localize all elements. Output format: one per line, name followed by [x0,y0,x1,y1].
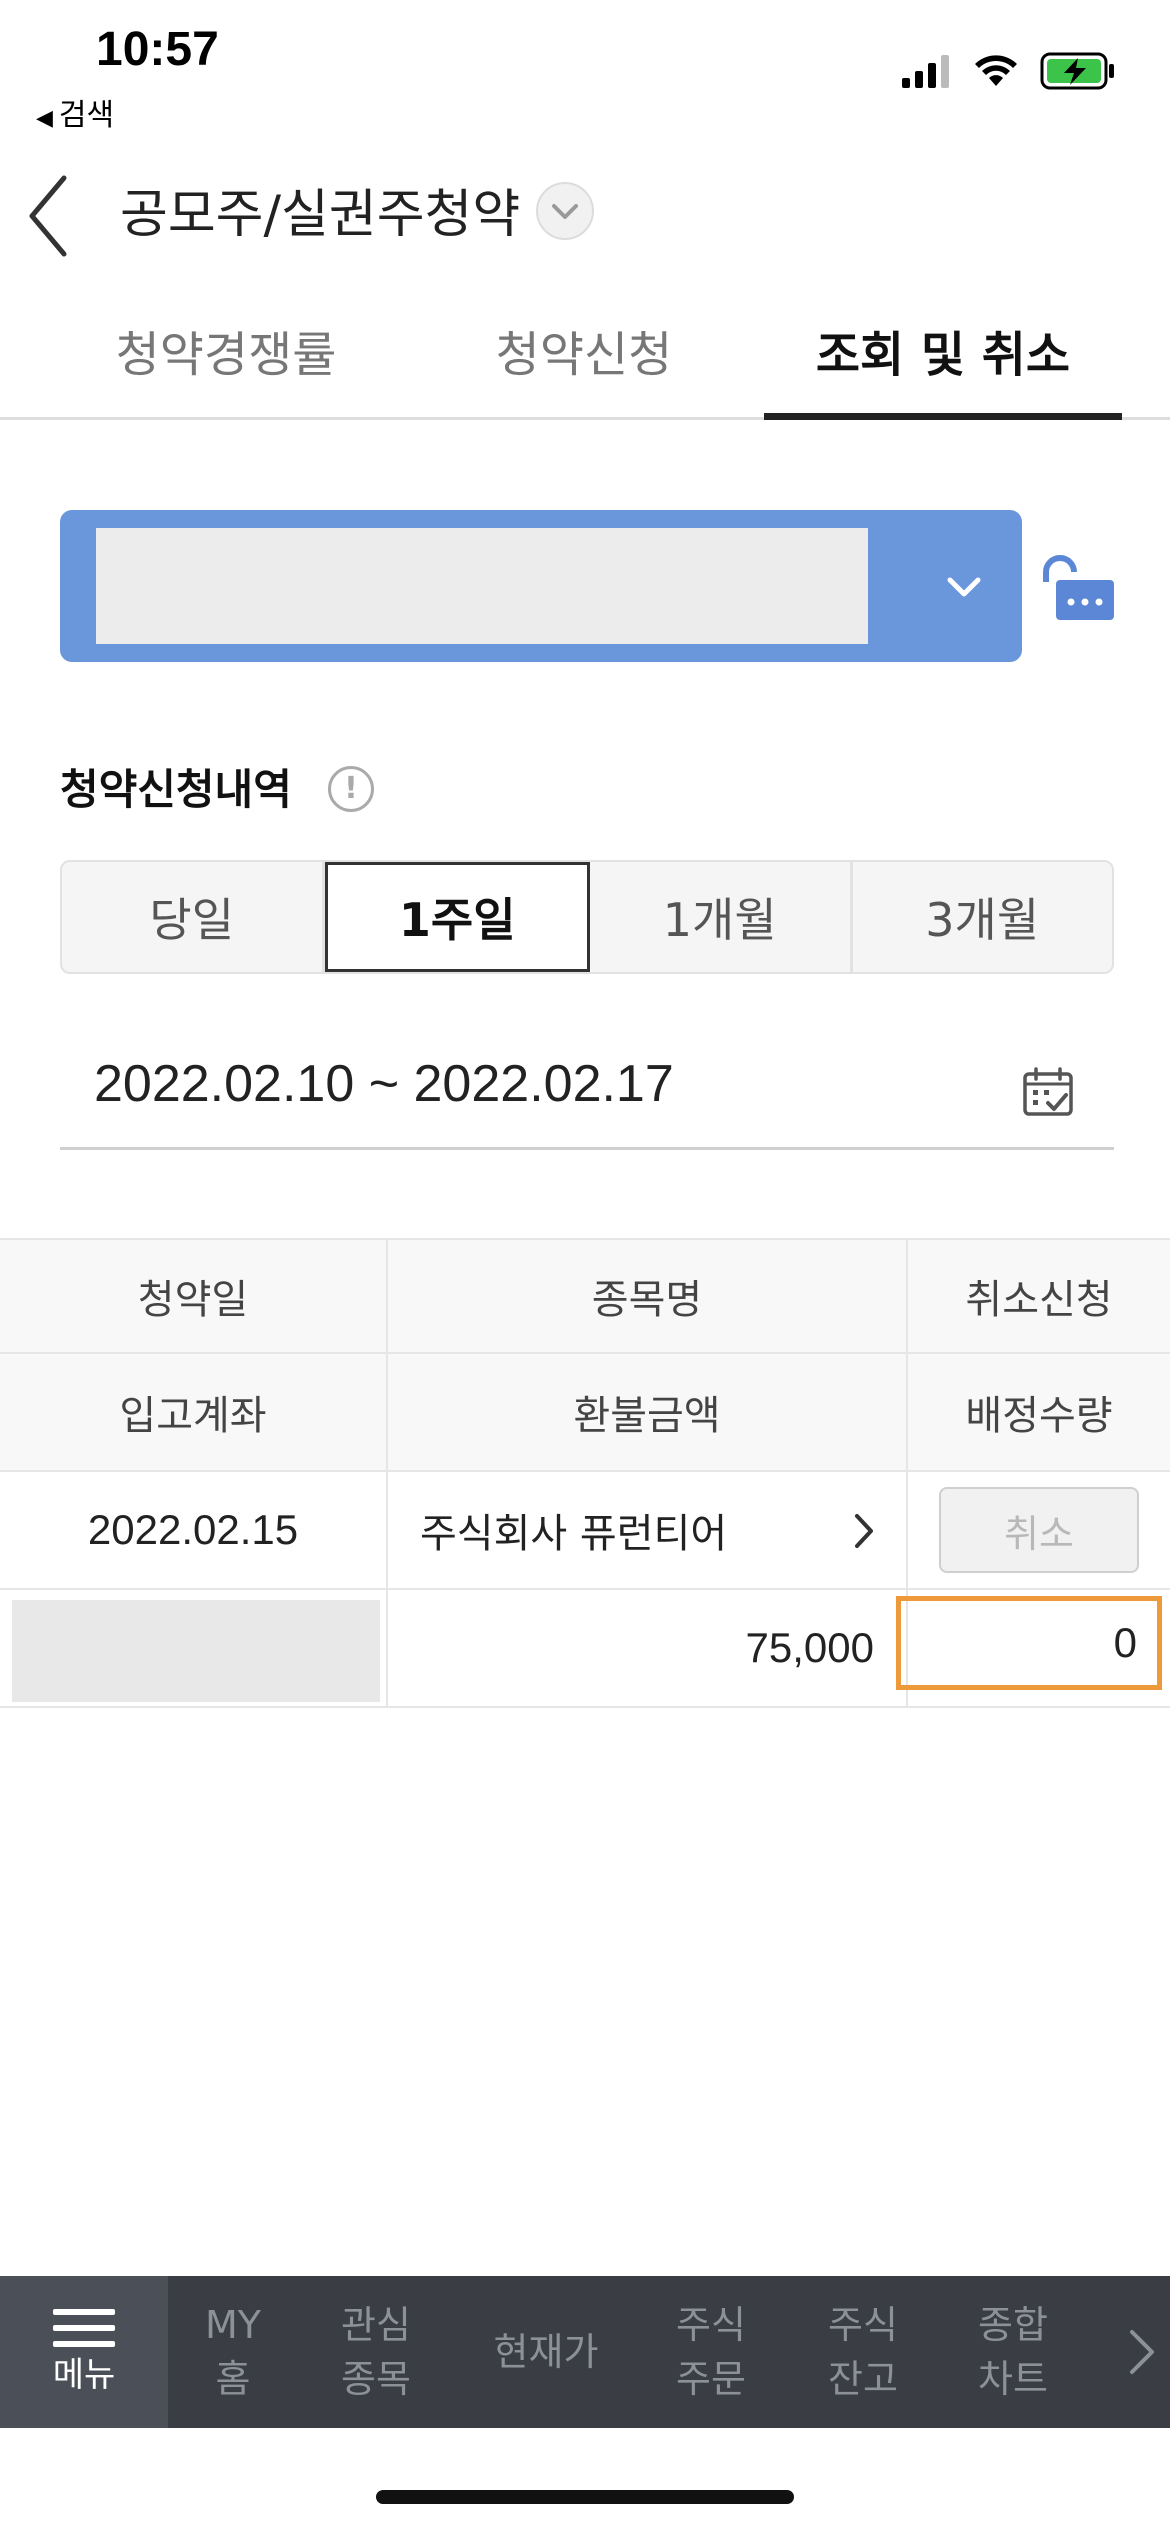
cellular-signal-icon [902,55,949,88]
nav-stock-order[interactable]: 주식 주문 [656,2276,766,2428]
nav-label-line2: 홈 [215,2357,251,2401]
stock-name-cell[interactable]: 주식회사 퓨런티어 [388,1472,908,1588]
date-range-text: 2022.02.10 ~ 2022.02.17 [94,1055,674,1113]
home-indicator [376,2490,794,2504]
chevron-down-icon [552,204,578,219]
header-stock-name: 종목명 [388,1240,908,1352]
password-lock-icon[interactable] [1036,552,1116,624]
chevron-down-icon [947,577,981,597]
cancel-button[interactable]: 취소 [939,1487,1139,1573]
nav-label-line1: MY [205,2303,261,2347]
deposit-account-masked [12,1600,380,1702]
header-subscription-date: 청약일 [0,1240,388,1352]
status-time: 10:57 [96,23,219,76]
period-selector: 당일 1주일 1개월 3개월 [60,860,1114,974]
chevron-right-icon[interactable] [1122,2324,1162,2380]
tab-inquiry-cancel[interactable]: 조회 및 취소 [764,290,1122,420]
period-1week-button[interactable]: 1주일 [324,862,590,972]
back-to-app-link[interactable]: ◀ 검색 [36,90,114,134]
period-1month-button[interactable]: 1개월 [590,862,853,972]
nav-my-home[interactable]: MY 홈 [178,2276,288,2428]
bottom-navigation: 메뉴 MY 홈 관심 종목 현재가 주식 주문 주식 잔고 종합 차트 [0,2276,1170,2428]
nav-stock-balance[interactable]: 주식 잔고 [808,2276,918,2428]
date-range-field[interactable]: 2022.02.10 ~ 2022.02.17 [60,1030,1114,1150]
nav-menu-button[interactable]: 메뉴 [0,2276,168,2428]
chevron-right-icon [855,1514,873,1548]
cancel-cell: 취소 [908,1472,1170,1588]
header-cancel-request: 취소신청 [965,1277,1113,1323]
page-title: 공모주/실권주청약 [120,185,521,245]
battery-charging-icon [1040,52,1114,90]
nav-label-line1: 관심 [341,2303,411,2347]
period-today-button[interactable]: 당일 [62,862,325,972]
nav-label-line2: 종목 [341,2357,411,2401]
allotted-quantity-highlight: 0 [896,1596,1162,1690]
table-header-row: 입고계좌 환불금액 배정수량 [0,1354,1170,1472]
nav-watchlist[interactable]: 관심 종목 [316,2276,436,2428]
nav-current-price[interactable]: 현재가 [466,2276,626,2428]
account-number-masked [96,528,868,644]
tab-competition-rate[interactable]: 청약경쟁률 [88,290,364,420]
status-bar: 10:57 ◀ 검색 [0,0,1170,140]
nav-label-line2: 차트 [978,2357,1048,2401]
period-3month-button[interactable]: 3개월 [853,862,1113,972]
header-refund-amount: 환불금액 [388,1354,908,1470]
header-allotted-quantity: 배정수량 [965,1393,1113,1439]
app-header: 공모주/실권주청약 [0,150,1170,270]
calendar-icon[interactable] [1022,1066,1074,1118]
tab-subscription-apply[interactable]: 청약신청 [456,290,712,420]
title-dropdown-button[interactable] [536,182,594,240]
stock-name-text: 주식회사 퓨런티어 [420,1511,728,1557]
nav-label-line1: 종합 [978,2303,1048,2347]
nav-label-line2: 잔고 [828,2357,898,2401]
section-title: 청약신청내역 [60,765,292,814]
account-select[interactable] [60,510,1022,662]
table-row[interactable]: 2022.02.15 주식회사 퓨런티어 취소 [0,1472,1170,1590]
info-icon[interactable]: ! [328,766,374,812]
back-chevron-icon[interactable] [22,174,82,258]
nav-label-line2: 주문 [676,2357,746,2401]
subscription-date-cell: 2022.02.15 [0,1472,388,1588]
deposit-account-cell [0,1590,388,1706]
nav-menu-label: 메뉴 [52,2355,116,2395]
refund-amount-cell: 75,000 [388,1590,908,1706]
table-header-row: 청약일 종목명 취소신청 [0,1238,1170,1354]
tab-bar: 청약경쟁률 청약신청 조회 및 취소 [0,290,1170,420]
header-deposit-account: 입고계좌 [0,1354,388,1470]
back-triangle-icon: ◀ [36,106,53,131]
back-to-app-label: 검색 [58,98,115,133]
nav-label-line1: 현재가 [493,2330,599,2374]
nav-label-line1: 주식 [676,2303,746,2347]
wifi-icon [975,55,1017,86]
hamburger-icon [53,2309,115,2347]
nav-label-line1: 주식 [828,2303,898,2347]
status-icons [902,52,1116,90]
nav-chart[interactable]: 종합 차트 [958,2276,1068,2428]
table-row[interactable]: 75,000 0 [0,1590,1170,1708]
